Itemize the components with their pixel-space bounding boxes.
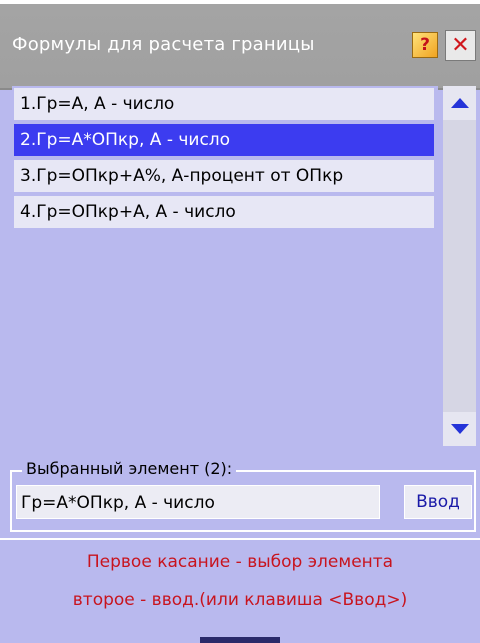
list-item-3[interactable]: 3.Гр=ОПкр+А%, А-процент от ОПкр (14, 160, 434, 192)
scroll-down-button[interactable] (443, 412, 476, 446)
title-bar: Формулы для расчета границы ? ✕ (0, 0, 480, 90)
formula-dialog: Формулы для расчета границы ? ✕ 1.Гр=А, … (0, 0, 480, 643)
list-item-2[interactable]: 2.Гр=А*ОПкр, А - число (14, 124, 434, 156)
help-icon[interactable]: ? (412, 32, 438, 58)
scroll-up-button[interactable] (443, 86, 476, 120)
dialog-title: Формулы для расчета границы (12, 34, 315, 55)
selected-value-field[interactable]: Гр=А*ОПкр, А - число (16, 485, 380, 519)
selected-item-label: Выбранный элемент (2): (22, 459, 237, 478)
close-icon: ✕ (451, 32, 470, 58)
divider (0, 538, 480, 540)
help-glyph: ? (420, 35, 430, 55)
formula-list[interactable]: 1.Гр=А, А - число 2.Гр=А*ОПкр, А - число… (12, 86, 438, 450)
hint-line-1: Первое касание - выбор элемента (86, 552, 394, 572)
arrow-up-icon (450, 98, 469, 108)
list-item-4[interactable]: 4.Гр=ОПкр+А, А - число (14, 196, 434, 228)
arrow-down-icon (450, 424, 469, 434)
bottom-strip (200, 637, 280, 643)
hint-line-2: второе - ввод.(или клавиша <Ввод>) (72, 590, 408, 610)
list-item-1[interactable]: 1.Гр=А, А - число (14, 88, 434, 120)
close-button[interactable]: ✕ (445, 30, 476, 61)
enter-button[interactable]: Ввод (404, 485, 472, 519)
list-scrollbar[interactable] (443, 86, 476, 446)
